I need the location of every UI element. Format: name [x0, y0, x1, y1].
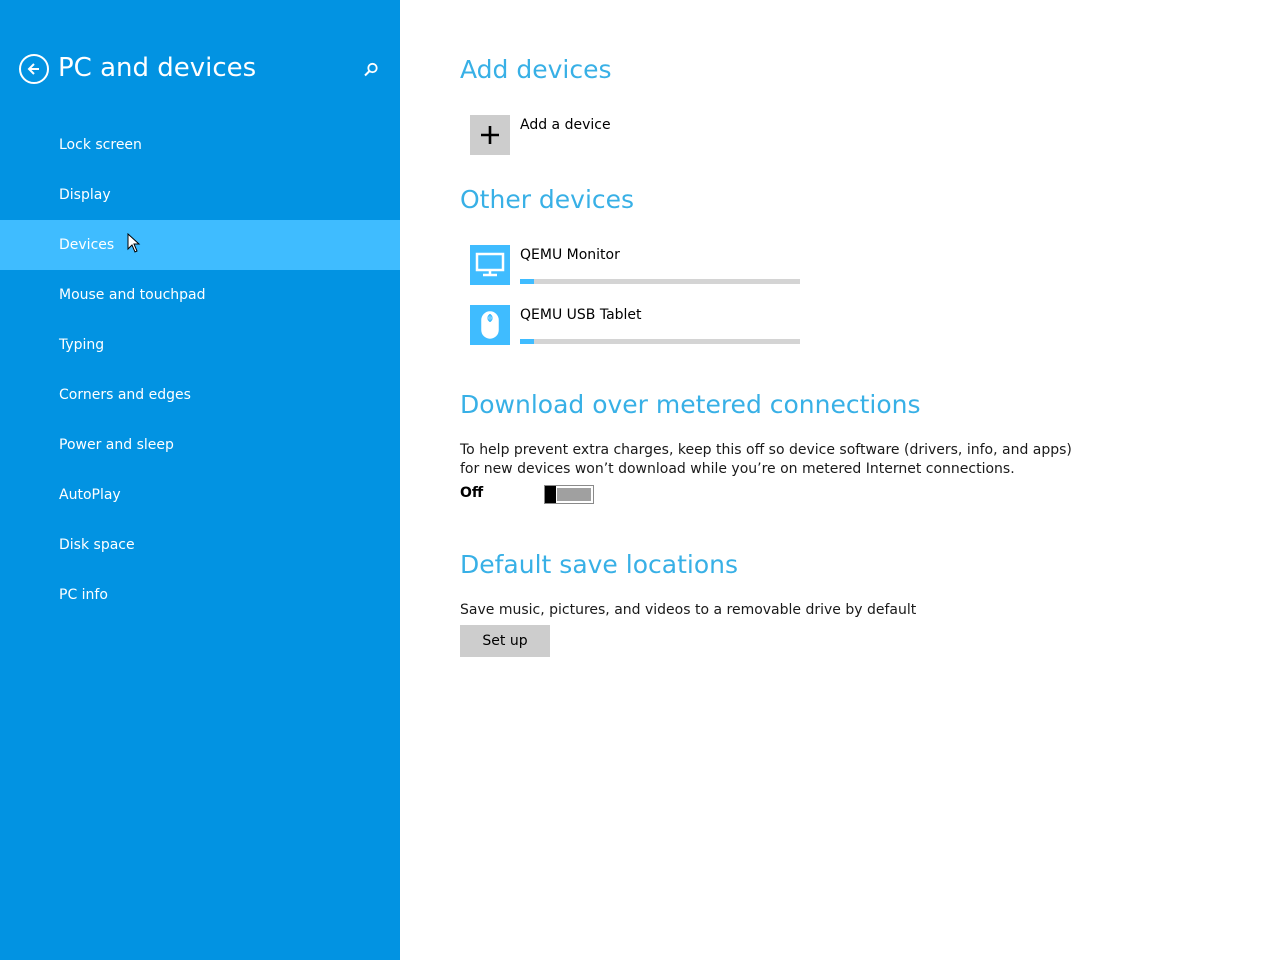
plus-icon — [481, 126, 499, 144]
mouse-pointer-icon — [127, 233, 141, 253]
search-icon — [364, 62, 378, 77]
monitor-icon — [475, 252, 505, 277]
add-devices-heading: Add devices — [460, 55, 612, 84]
metered-toggle-label: Off — [460, 485, 484, 501]
device-item-qemu-monitor[interactable] — [470, 245, 510, 285]
toggle-thumb — [545, 486, 556, 503]
metered-description: To help prevent extra charges, keep this… — [460, 442, 1072, 477]
sidebar-item-autoplay[interactable]: AutoPlay — [0, 470, 400, 520]
search-button[interactable] — [362, 61, 380, 79]
sidebar-nav: Lock screen Display Devices Mouse and to… — [0, 120, 400, 620]
other-devices-heading: Other devices — [460, 185, 635, 214]
add-device-button[interactable] — [470, 115, 510, 155]
sidebar-item-typing[interactable]: Typing — [0, 320, 400, 370]
metered-toggle[interactable] — [544, 485, 594, 504]
device-progress-qemu-monitor — [520, 279, 800, 284]
sidebar-item-devices[interactable]: Devices — [0, 220, 400, 270]
sidebar-item-power-and-sleep[interactable]: Power and sleep — [0, 420, 400, 470]
sidebar-item-pc-info[interactable]: PC info — [0, 570, 400, 620]
save-locations-heading: Default save locations — [460, 550, 738, 579]
sidebar-item-mouse-and-touchpad[interactable]: Mouse and touchpad — [0, 270, 400, 320]
back-arrow-icon — [27, 63, 39, 75]
page-title: PC and devices — [58, 53, 257, 83]
save-locations-description: Save music, pictures, and videos to a re… — [460, 602, 917, 618]
sidebar-item-lock-screen[interactable]: Lock screen — [0, 120, 400, 170]
add-device-label[interactable]: Add a device — [520, 117, 611, 133]
mouse-icon — [481, 311, 499, 339]
sidebar-item-corners-and-edges[interactable]: Corners and edges — [0, 370, 400, 420]
device-item-qemu-usb-tablet[interactable] — [470, 305, 510, 345]
device-progress-qemu-usb-tablet — [520, 339, 800, 344]
metered-heading: Download over metered connections — [460, 390, 921, 419]
device-label-qemu-usb-tablet: QEMU USB Tablet — [520, 307, 642, 323]
sidebar-item-disk-space[interactable]: Disk space — [0, 520, 400, 570]
back-button[interactable] — [19, 54, 49, 84]
device-label-qemu-monitor: QEMU Monitor — [520, 247, 620, 263]
main-content: Add devices Add a device Other devices Q… — [400, 0, 1280, 960]
sidebar: PC and devices Lock screen Display Devic… — [0, 0, 400, 960]
sidebar-item-display[interactable]: Display — [0, 170, 400, 220]
setup-button[interactable]: Set up — [460, 625, 550, 657]
